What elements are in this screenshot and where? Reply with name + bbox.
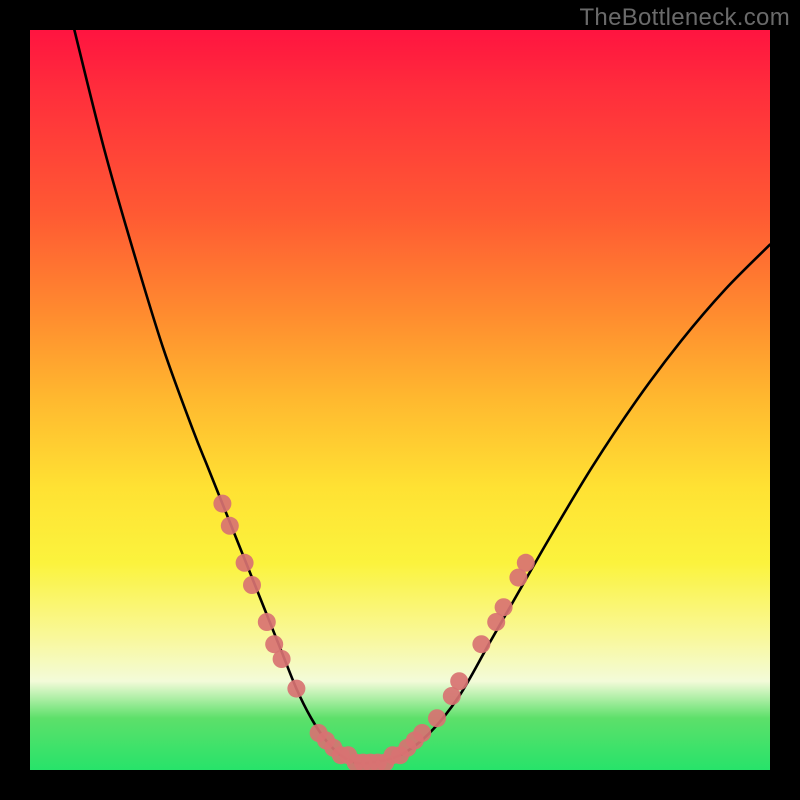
data-dot bbox=[517, 554, 535, 572]
data-dot bbox=[450, 672, 468, 690]
data-dot bbox=[236, 554, 254, 572]
data-dot bbox=[428, 709, 446, 727]
chart-svg bbox=[30, 30, 770, 770]
data-dot bbox=[472, 635, 490, 653]
watermark-label: TheBottleneck.com bbox=[579, 4, 790, 32]
data-dot bbox=[221, 517, 239, 535]
data-dot bbox=[243, 576, 261, 594]
chart-stage: TheBottleneck.com bbox=[0, 0, 800, 800]
data-dot bbox=[287, 680, 305, 698]
data-dot bbox=[213, 495, 231, 513]
data-dot bbox=[273, 650, 291, 668]
data-dots-group bbox=[213, 495, 534, 770]
data-dot bbox=[413, 724, 431, 742]
chart-plot-area bbox=[30, 30, 770, 770]
data-dot bbox=[258, 613, 276, 631]
bottleneck-curve bbox=[74, 30, 770, 764]
data-dot bbox=[495, 598, 513, 616]
